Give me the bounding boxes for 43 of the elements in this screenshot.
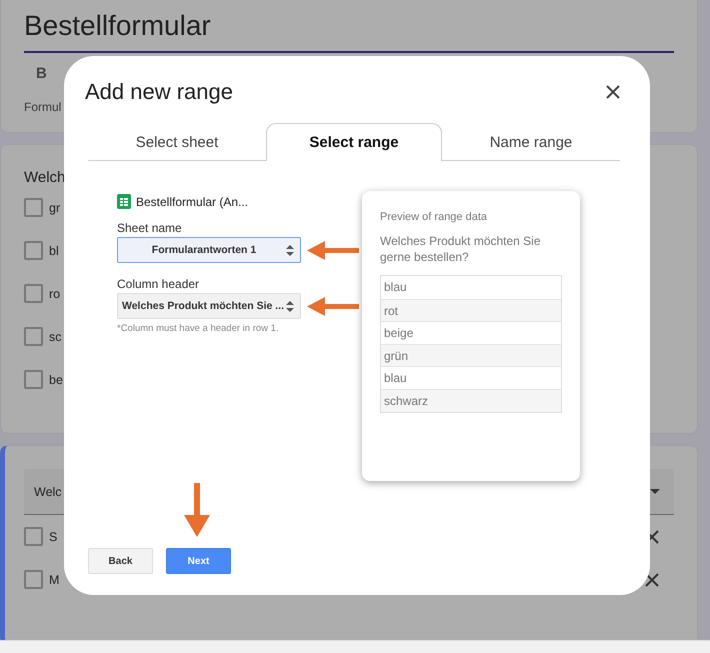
spreadsheet-icon: [117, 194, 131, 209]
option-label[interactable]: bl: [49, 244, 59, 258]
option-label[interactable]: ro: [49, 286, 60, 300]
table-cell-text: blau: [383, 279, 408, 296]
checkbox[interactable]: [24, 241, 43, 260]
hint-text: *Column must have a header in row 1.: [117, 323, 280, 334]
tab[interactable]: Select sheet: [88, 123, 266, 160]
checkbox[interactable]: [24, 284, 43, 303]
annotation-arrow: [184, 483, 210, 537]
table-cell: schwarz: [381, 388, 561, 412]
updown-icon: [286, 244, 294, 256]
option-label[interactable]: gr: [49, 200, 60, 214]
column-header-text: Welches Produkt möchten Sie gerne bestellen?: [380, 233, 542, 265]
caret-icon: [650, 489, 660, 494]
close-button[interactable]: [606, 85, 620, 99]
select-field[interactable]: Welches Produkt möchten Sie ...: [117, 293, 301, 319]
table-cell: grün: [381, 344, 561, 366]
option-label[interactable]: sc: [49, 330, 62, 344]
updown-icon: [286, 300, 294, 312]
dialog-title: Add new range: [85, 79, 233, 105]
checkbox[interactable]: [24, 327, 43, 346]
field-value: Welc: [34, 484, 62, 498]
checkbox[interactable]: [24, 570, 43, 589]
option-label[interactable]: M: [49, 572, 60, 586]
close-icon[interactable]: [645, 572, 659, 586]
tab[interactable]: Name range: [442, 123, 620, 160]
secondary-button[interactable]: Back: [88, 548, 153, 574]
field-label: Column header: [117, 277, 200, 291]
annotation-arrow: [307, 240, 359, 260]
bold-button[interactable]: B: [36, 65, 47, 82]
option-label[interactable]: be: [49, 372, 63, 386]
option-label[interactable]: S: [49, 530, 58, 544]
select-field[interactable]: Formularantworten 1: [117, 237, 301, 263]
form-title[interactable]: Bestellformular: [24, 9, 674, 43]
table-cell: rot: [381, 298, 561, 322]
checkbox[interactable]: [24, 527, 43, 546]
field-label: Sheet name: [117, 221, 183, 235]
annotation-arrow: [307, 296, 359, 316]
preview-title: Preview of range data: [380, 211, 488, 223]
checkbox[interactable]: [24, 370, 43, 389]
tab[interactable]: Select range: [266, 123, 442, 161]
spreadsheet-name: Bestellformular (An...: [136, 194, 248, 208]
checkbox[interactable]: [24, 198, 43, 217]
